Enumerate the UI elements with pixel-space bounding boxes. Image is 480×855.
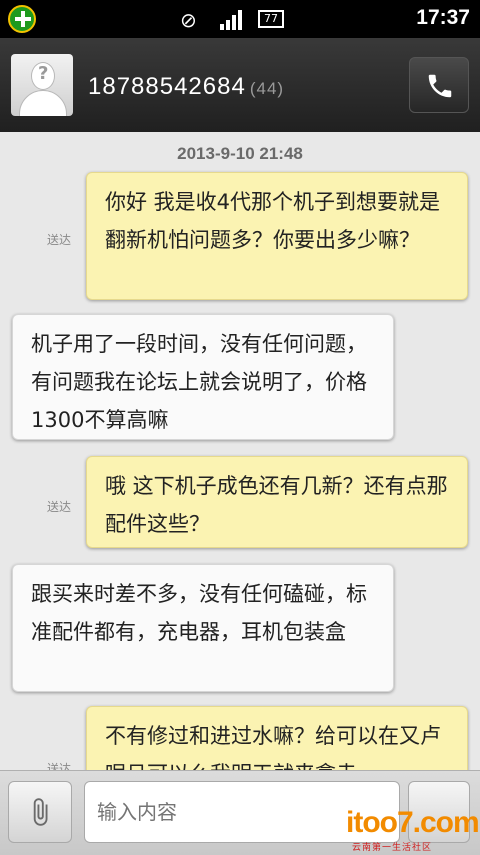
status-icons: ⊘ 77 [180,8,330,32]
attach-button[interactable] [8,781,72,843]
watermark-logo: itoo7.com [346,806,480,839]
message-text: 机子用了一段时间，没有任何问题，有问题我在论坛上就会说明了，价格1300不算高嘛 [31,332,367,432]
battery-icon: 77 [258,10,284,28]
received-message-bubble[interactable]: 机子用了一段时间，没有任何问题，有问题我在论坛上就会说明了，价格1300不算高嘛 [12,314,394,440]
status-bar: ⊘ 77 17:37 [0,0,480,38]
unknown-contact-avatar[interactable]: ? [11,54,73,116]
contact-number-text: 18788542684 [88,73,246,100]
watermark-tagline: 云南第一生活社区 [352,843,433,853]
signal-icon [220,10,244,30]
paperclip-icon [33,798,48,826]
message-count: (44) [249,79,285,98]
contact-number: 18788542684 (44) [88,73,284,101]
message-text: 跟买来时差不多，没有任何磕碰，标准配件都有，充电器，耳机包装盒 [31,582,367,644]
conversation-header: ? 18788542684 (44) [0,38,480,132]
plus-circle-icon[interactable] [8,5,36,33]
site-watermark: itoo7.com 云南第一生活社区 [346,806,480,853]
sent-message-bubble[interactable]: 你好 我是收4代那个机子到想要就是翻新机怕问题多？你要出多少嘛？ [86,172,468,300]
delivered-label: 送达 [47,233,72,247]
delivered-label: 送达 [47,500,72,514]
status-time: 17:37 [416,6,470,29]
received-message-bubble[interactable]: 跟买来时差不多，没有任何磕碰，标准配件都有，充电器，耳机包装盒 [12,564,394,692]
sent-message-bubble[interactable]: 哦 这下机子成色还有几新？还有点那配件这些？ [86,456,468,548]
message-text: 哦 这下机子成色还有几新？还有点那配件这些？ [105,474,448,536]
message-timestamp: 2013-9-10 21:48 [177,144,303,163]
message-text: 你好 我是收4代那个机子到想要就是翻新机怕问题多？你要出多少嘛？ [105,190,441,252]
call-button[interactable] [409,57,469,113]
phone-icon [428,74,452,98]
vibrate-off-icon: ⊘ [180,8,197,32]
